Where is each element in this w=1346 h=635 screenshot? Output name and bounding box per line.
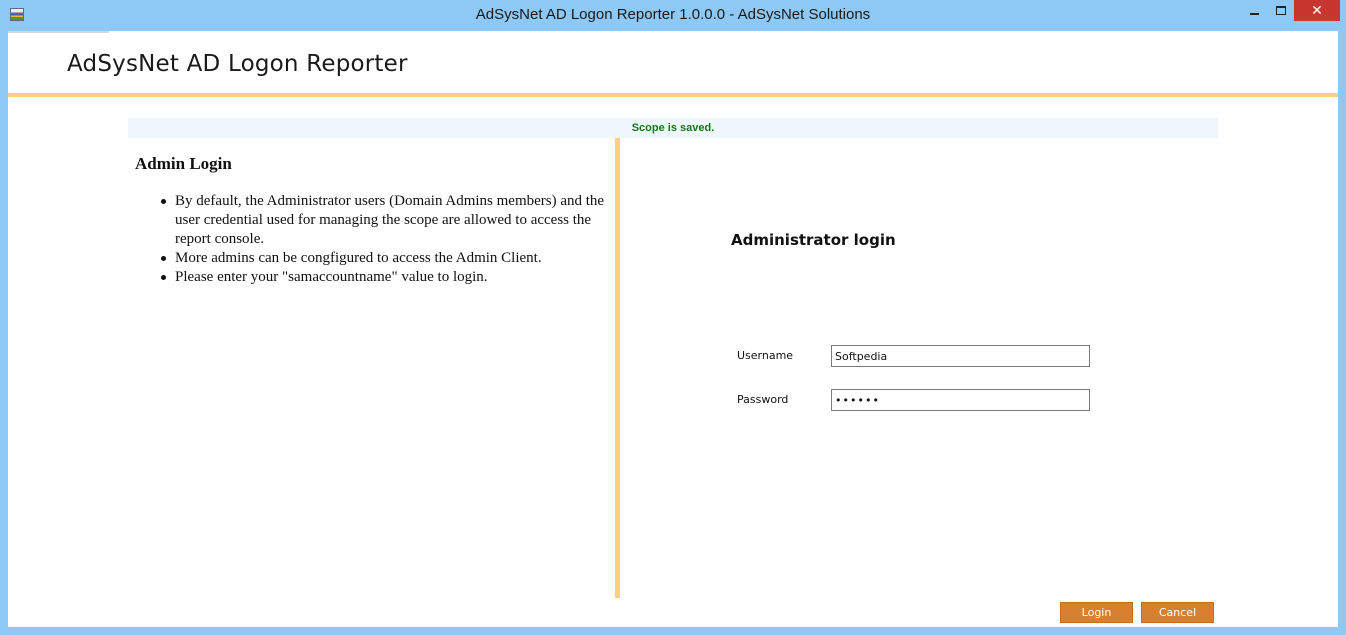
info-list: By default, the Administrator users (Dom… <box>161 192 605 287</box>
maximize-button[interactable] <box>1268 0 1294 21</box>
username-label: Username <box>737 349 794 362</box>
list-item: More admins can be congfigured to access… <box>161 249 605 268</box>
maximize-icon <box>1276 6 1286 15</box>
list-item: Please enter your "samaccountname" value… <box>161 268 605 287</box>
password-input[interactable] <box>831 389 1090 411</box>
administrator-login-heading: Administrator login <box>731 231 896 249</box>
username-input[interactable] <box>831 345 1090 367</box>
status-message: Scope is saved. <box>128 118 1218 138</box>
window-titlebar: AdSysNet AD Logon Reporter 1.0.0.0 - AdS… <box>0 0 1346 31</box>
header-topline <box>8 31 109 33</box>
pane-divider <box>615 138 620 598</box>
admin-login-heading: Admin Login <box>135 154 232 173</box>
minimize-button[interactable] <box>1241 0 1267 21</box>
close-icon: ✕ <box>1311 2 1323 18</box>
password-label: Password <box>737 393 789 406</box>
page-title: AdSysNet AD Logon Reporter <box>67 51 408 77</box>
list-item: By default, the Administrator users (Dom… <box>161 193 605 247</box>
login-button[interactable]: Login <box>1060 602 1133 623</box>
header-divider <box>8 93 1338 97</box>
window-title: AdSysNet AD Logon Reporter 1.0.0.0 - AdS… <box>475 6 871 23</box>
minimize-icon <box>1249 12 1259 15</box>
client-area: AdSysNet AD Logon Reporter Scope is save… <box>8 31 1338 627</box>
cancel-button[interactable]: Cancel <box>1141 602 1214 623</box>
close-button[interactable]: ✕ <box>1294 0 1340 21</box>
admin-info-pane: Admin Login By default, the Administrato… <box>128 138 614 598</box>
